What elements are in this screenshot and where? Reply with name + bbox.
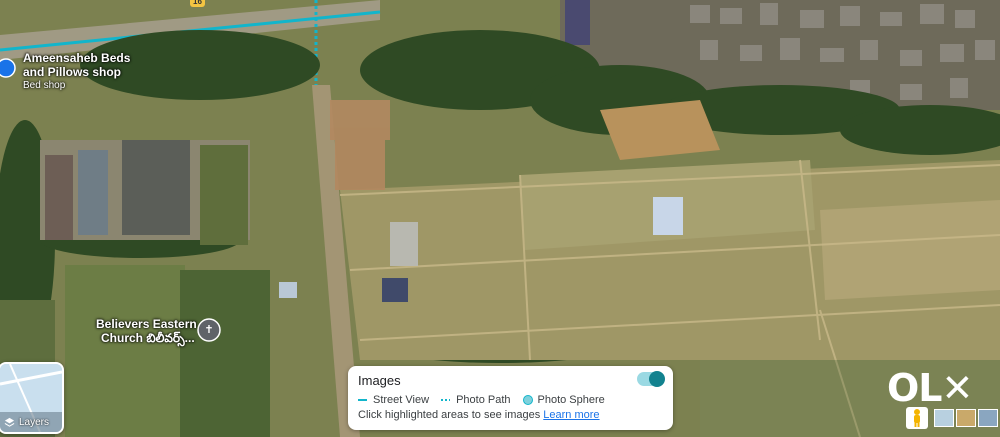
- legend-street-view: Street View: [358, 394, 429, 406]
- shop-name-line1[interactable]: Ameensaheb Beds: [23, 51, 130, 65]
- legend-photo-path: Photo Path: [441, 394, 511, 406]
- images-hint: Click highlighted areas to see images Le…: [358, 409, 600, 421]
- shop-category: Bed shop: [23, 80, 66, 91]
- cross-icon[interactable]: ✝: [202, 323, 216, 337]
- pegman-icon[interactable]: [906, 407, 928, 429]
- thumbnail-3[interactable]: [978, 409, 998, 427]
- thumbnail-2[interactable]: [956, 409, 976, 427]
- legend-photo-sphere: Photo Sphere: [522, 394, 605, 406]
- road-shield: 16: [190, 0, 205, 7]
- layers-label: Layers: [4, 417, 49, 428]
- thumbnail-1[interactable]: [934, 409, 954, 427]
- layers-button[interactable]: Layers: [0, 362, 64, 434]
- images-toggle[interactable]: [637, 371, 665, 387]
- church-name-line1[interactable]: Believers Eastern: [96, 317, 197, 331]
- images-panel-title: Images: [358, 373, 401, 388]
- toggle-knob: [649, 371, 665, 387]
- legend-photo-path-label: Photo Path: [456, 394, 511, 406]
- photo-path-line-icon: [441, 399, 451, 401]
- imagery-thumbnails: [934, 409, 1000, 427]
- shop-name-line2[interactable]: and Pillows shop: [23, 65, 121, 79]
- layers-text: Layers: [19, 417, 50, 428]
- images-panel: Images Street View Photo Path Photo Sphe…: [348, 366, 673, 430]
- close-icon: ✕: [941, 366, 974, 410]
- images-hint-text: Click highlighted areas to see images: [358, 409, 541, 421]
- layers-icon: [4, 417, 15, 427]
- images-legend: Street View Photo Path Photo Sphere: [358, 394, 617, 406]
- legend-photo-sphere-label: Photo Sphere: [537, 394, 605, 406]
- olx-watermark: OL✕: [887, 366, 974, 410]
- street-view-line-icon: [358, 399, 367, 401]
- photo-sphere-dot-icon: [522, 395, 533, 405]
- learn-more-link[interactable]: Learn more: [543, 409, 599, 421]
- legend-street-view-label: Street View: [373, 394, 430, 406]
- shopping-bag-icon[interactable]: [0, 61, 14, 75]
- church-name-line2[interactable]: Church బిలీవర్స్...: [101, 331, 195, 345]
- olx-watermark-text: OL✕: [887, 366, 974, 410]
